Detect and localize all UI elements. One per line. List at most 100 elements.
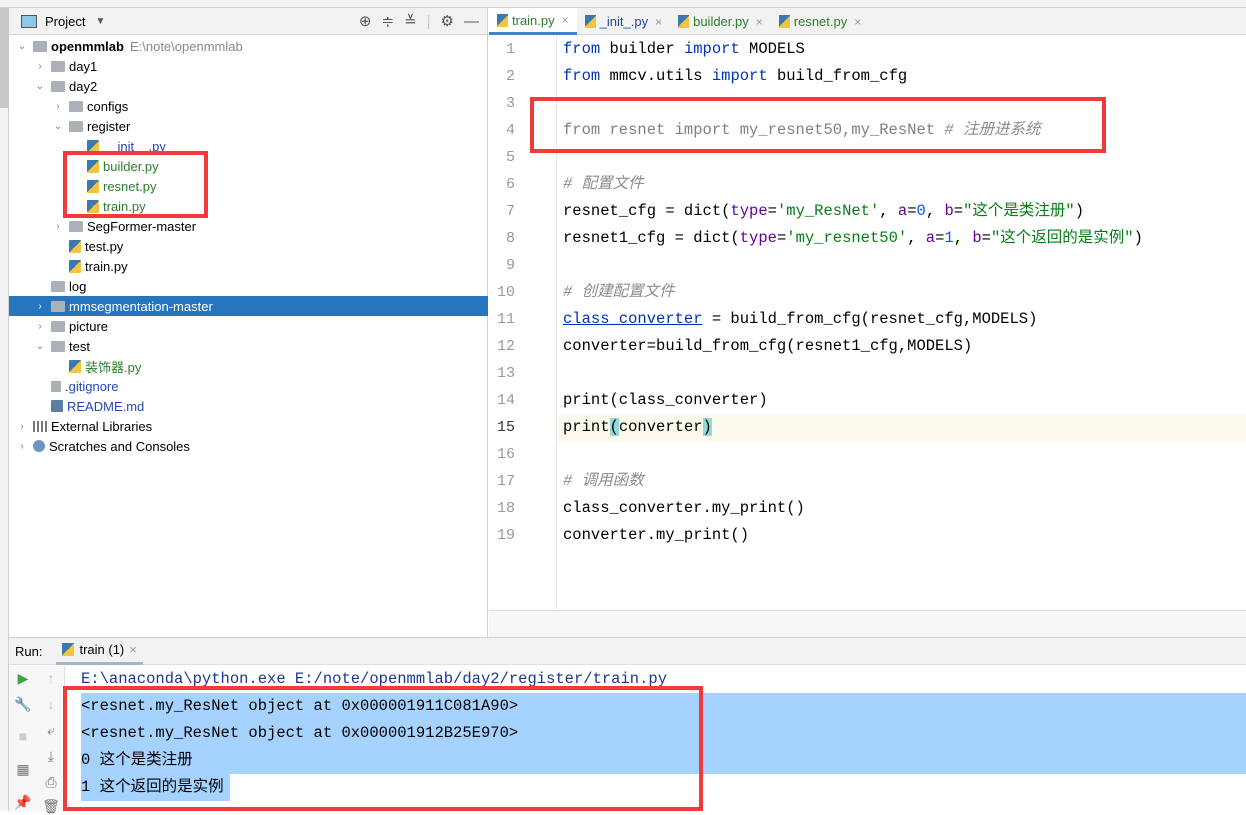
code-token: converter=build_from_cfg(resnet1_cfg,MOD…	[563, 337, 973, 355]
line-number: 12	[496, 338, 515, 355]
code-line[interactable]: from mmcv.utils import build_from_cfg	[563, 63, 907, 90]
project-panel: Project ▼ ⊕ ≑ ≚ | ⚙ — ⌄ openmmlab E:\not…	[9, 8, 488, 637]
code-line[interactable]: resnet_cfg = dict(type='my_ResNet', a=0,…	[563, 198, 1084, 225]
tab-builderpy[interactable]: builder.py ×	[670, 8, 771, 35]
code-token: = build_from_cfg(resnet_cfg,MODELS)	[702, 310, 1038, 328]
folder-icon	[51, 320, 65, 332]
close-icon[interactable]: ×	[562, 13, 569, 27]
code-token: import	[683, 40, 740, 58]
collapse-all-icon[interactable]: ≚	[404, 12, 417, 30]
code-token: )	[702, 418, 712, 436]
tree-item[interactable]: › SegFormer-master	[9, 216, 488, 236]
tab-label: train.py	[512, 12, 555, 28]
editor-tabs: train.py × _init_.py × builder.py × resnet.py ×	[489, 8, 1246, 35]
folder-icon	[51, 340, 65, 352]
chevron-down-icon[interactable]: ▼	[95, 16, 105, 27]
tree-root[interactable]: ⌄ openmmlab E:\note\openmmlab	[9, 36, 488, 56]
tree-item-label: SegFormer-master	[87, 218, 197, 234]
line-number: 6	[505, 176, 515, 193]
project-title[interactable]: Project	[45, 14, 85, 29]
close-icon[interactable]: ×	[655, 15, 662, 29]
code-token: =	[907, 202, 917, 220]
code-line[interactable]: resnet1_cfg = dict(type='my_resnet50', a…	[563, 225, 1143, 252]
tree-item[interactable]: › Scratches and Consoles	[9, 436, 488, 456]
code-line[interactable]: # 创建配置文件	[563, 279, 675, 306]
python-icon	[497, 13, 508, 27]
code-line[interactable]: print(class_converter)	[563, 387, 768, 414]
annotation-box-files	[63, 151, 208, 218]
code-token: "这个返回的是实例"	[990, 229, 1134, 247]
code-line[interactable]: print(converter)	[563, 414, 712, 441]
tree-item[interactable]: › day1	[9, 56, 488, 76]
run-tab[interactable]: train (1) ×	[56, 638, 143, 665]
gear-icon[interactable]: ⚙	[441, 12, 454, 30]
code-line[interactable]: from builder import MODELS	[563, 36, 805, 63]
chevron-right-icon[interactable]: ›	[51, 221, 65, 232]
tree-item-label: test	[69, 338, 90, 354]
pin-icon[interactable]: 📌	[13, 794, 33, 811]
root-path: E:\note\openmmlab	[129, 38, 243, 54]
tree-item[interactable]: › mmsegmentation-master	[9, 296, 488, 316]
tree-item[interactable]: README.md	[9, 396, 488, 416]
tree-item[interactable]: ⌄ register	[9, 116, 488, 136]
line-number: 10	[496, 284, 515, 301]
chevron-down-icon[interactable]: ⌄	[51, 121, 65, 132]
tree-item[interactable]: .gitignore	[9, 376, 488, 396]
tree-item[interactable]: › picture	[9, 316, 488, 336]
tree-item[interactable]: 装饰器.py	[9, 356, 488, 376]
tree-item-label: External Libraries	[51, 418, 153, 434]
expand-all-icon[interactable]: ≑	[381, 12, 394, 30]
minimize-icon[interactable]: —	[464, 13, 479, 30]
stop-icon[interactable]: ■	[13, 728, 33, 744]
tree-item-label: train.py	[85, 258, 128, 274]
folder-icon	[51, 300, 65, 312]
tab-label: resnet.py	[793, 14, 848, 29]
code-token: b	[972, 229, 982, 247]
code-line[interactable]: # 调用函数	[563, 468, 644, 495]
code-token: resnet_cfg = dict(	[563, 202, 731, 220]
trash-icon[interactable]: 🗑	[41, 798, 61, 815]
close-icon[interactable]: ×	[129, 642, 137, 657]
close-icon[interactable]: ×	[854, 15, 861, 29]
chevron-right-icon[interactable]: ›	[51, 101, 65, 112]
tree-item[interactable]: ⌄ test	[9, 336, 488, 356]
scroll-to-end-icon[interactable]: ⤓	[41, 748, 61, 765]
run-tab-label: train (1)	[79, 642, 125, 657]
chevron-down-icon[interactable]: ⌄	[15, 41, 29, 52]
arrow-up-icon[interactable]: ↑	[41, 670, 61, 686]
code-line[interactable]: class_converter = build_from_cfg(resnet_…	[563, 306, 1037, 333]
chevron-right-icon[interactable]: ›	[15, 421, 29, 432]
code-line[interactable]: class_converter.my_print()	[563, 495, 805, 522]
tree-item[interactable]: test.py	[9, 236, 488, 256]
chevron-right-icon[interactable]: ›	[33, 61, 47, 72]
tree-item[interactable]: › configs	[9, 96, 488, 116]
code-line[interactable]: # 配置文件	[563, 171, 644, 198]
tree-item[interactable]: › External Libraries	[9, 416, 488, 436]
chevron-right-icon[interactable]: ›	[33, 301, 47, 312]
tree-item[interactable]: ⌄ day2	[9, 76, 488, 96]
chevron-right-icon[interactable]: ›	[15, 441, 29, 452]
layout-icon[interactable]: ▦	[13, 761, 33, 778]
horizontal-scrollbar[interactable]	[489, 610, 1246, 637]
arrow-down-icon[interactable]: ↓	[41, 696, 61, 712]
code-line[interactable]: converter.my_print()	[563, 522, 749, 549]
chevron-down-icon[interactable]: ⌄	[33, 341, 47, 352]
chevron-right-icon[interactable]: ›	[33, 321, 47, 332]
python-icon	[69, 359, 81, 373]
run-icon[interactable]: ▶	[13, 670, 33, 687]
tool-window-project[interactable]	[0, 8, 9, 108]
tab-resnetpy[interactable]: resnet.py ×	[771, 8, 870, 35]
code-token: print	[563, 418, 610, 436]
chevron-down-icon[interactable]: ⌄	[33, 81, 47, 92]
print-icon[interactable]: ⎙	[41, 774, 61, 791]
wrench-icon[interactable]: 🔧	[13, 696, 33, 713]
close-icon[interactable]: ×	[756, 15, 763, 29]
soft-wrap-icon[interactable]: ⤶	[41, 722, 61, 739]
tab-initpy[interactable]: _init_.py ×	[577, 8, 670, 35]
code-token: type	[739, 229, 777, 247]
tree-item[interactable]: train.py	[9, 256, 488, 276]
locate-icon[interactable]: ⊕	[359, 12, 372, 30]
code-line[interactable]: converter=build_from_cfg(resnet1_cfg,MOD…	[563, 333, 972, 360]
tree-item[interactable]: log	[9, 276, 488, 296]
tab-trainpy[interactable]: train.py ×	[489, 8, 577, 35]
